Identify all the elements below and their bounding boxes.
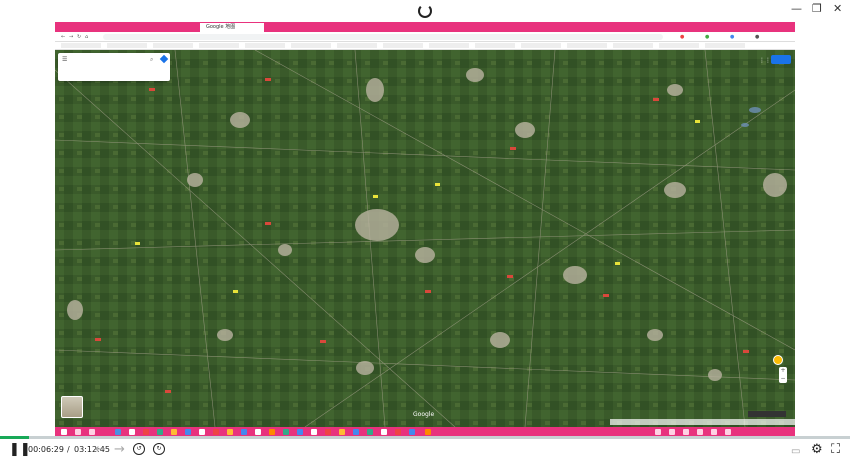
current-time: 00:06:29: [28, 445, 64, 454]
back-icon[interactable]: ←: [61, 34, 65, 40]
gear-icon[interactable]: ⚙: [811, 442, 823, 457]
browser-tab-bar: Google 地图: [55, 22, 795, 32]
taskbar-app-icon[interactable]: [185, 429, 191, 435]
directions-icon[interactable]: [159, 54, 169, 64]
bookmark-item[interactable]: [383, 43, 423, 48]
google-watermark: Google: [413, 411, 435, 418]
fullscreen-icon[interactable]: ⛶: [831, 442, 840, 457]
arrow-right-icon[interactable]: →: [114, 442, 125, 457]
bookmark-item[interactable]: [521, 43, 561, 48]
taskbar-app-icon[interactable]: [213, 429, 219, 435]
home-icon[interactable]: ⌂: [85, 34, 88, 40]
profile-icon[interactable]: ●: [755, 34, 759, 40]
taskbar-app-icon[interactable]: [425, 429, 431, 435]
taskbar-app-icon[interactable]: [311, 429, 317, 435]
extension-icon[interactable]: ●: [730, 34, 734, 40]
bookmark-item[interactable]: [475, 43, 515, 48]
browser-tab[interactable]: [57, 23, 127, 32]
bookmark-item[interactable]: [291, 43, 331, 48]
taskbar-app-icon[interactable]: [325, 429, 331, 435]
search-icon[interactable]: ⌕: [150, 56, 153, 64]
pegman-icon[interactable]: [773, 355, 783, 365]
tray-icon[interactable]: [683, 429, 689, 435]
browser-tab-active[interactable]: Google 地图: [200, 23, 264, 32]
zoom-control[interactable]: + −: [779, 367, 787, 383]
player-controls: ❚❚ 00:06:29 / 03:12:45 ← → ↺ ↻ ▭ ⚙ ⛶: [0, 439, 850, 460]
browser-address-bar: ← → ↻ ⌂ ● ● ● ●: [55, 32, 795, 42]
bookmarks-bar: [55, 42, 795, 50]
recorded-screen: Google 地图 ← → ↻ ⌂ ● ● ● ● ☰ ⌕ ⋮⋮ Google …: [55, 22, 795, 437]
forward-15-icon[interactable]: ↻: [153, 443, 165, 455]
taskbar-app-icon[interactable]: [75, 429, 81, 435]
tray-icon[interactable]: [725, 429, 731, 435]
bookmark-item[interactable]: [337, 43, 377, 48]
url-field[interactable]: [103, 34, 663, 40]
bookmark-item[interactable]: [153, 43, 193, 48]
taskbar-app-icon[interactable]: [199, 429, 205, 435]
zoom-in-button[interactable]: +: [779, 367, 787, 375]
bookmark-item[interactable]: [107, 43, 147, 48]
satellite-imagery: [55, 50, 795, 427]
tray-icon[interactable]: [711, 429, 717, 435]
extension-icon[interactable]: ●: [680, 34, 684, 40]
taskbar-app-icon[interactable]: [269, 429, 275, 435]
tab-label: Google 地图: [206, 24, 236, 30]
extension-icon[interactable]: ●: [705, 34, 709, 40]
taskbar-app-icon[interactable]: [381, 429, 387, 435]
map-scale-bar: [748, 411, 786, 417]
video-player: — ❐ ✕ Google 地图 ← → ↻ ⌂ ● ● ● ● ☰ ⌕ ⋮⋮ G…: [0, 0, 850, 460]
taskbar-app-icon[interactable]: [227, 429, 233, 435]
map-attribution: [610, 419, 795, 425]
bookmark-item[interactable]: [613, 43, 653, 48]
tray-icon[interactable]: [697, 429, 703, 435]
map-search-box[interactable]: ☰ ⌕: [58, 53, 170, 81]
rewind-15-icon[interactable]: ↺: [133, 443, 145, 455]
browser-tab[interactable]: [129, 23, 199, 32]
arrow-left-icon[interactable]: ←: [95, 442, 106, 457]
taskbar-app-icon[interactable]: [297, 429, 303, 435]
bookmark-item[interactable]: [567, 43, 607, 48]
satellite-map[interactable]: [55, 50, 795, 427]
tray-icon[interactable]: [669, 429, 675, 435]
tray-icon[interactable]: [655, 429, 661, 435]
bookmark-item[interactable]: [429, 43, 469, 48]
apps-grid-icon[interactable]: ⋮⋮: [759, 57, 771, 64]
time-separator: /: [67, 445, 70, 454]
browser-tab[interactable]: [415, 23, 459, 32]
taskbar-app-icon[interactable]: [255, 429, 261, 435]
bookmark-item[interactable]: [199, 43, 239, 48]
start-icon[interactable]: [61, 429, 67, 435]
bookmark-item[interactable]: [61, 43, 101, 48]
menu-icon[interactable]: ☰: [62, 56, 67, 63]
forward-icon[interactable]: →: [69, 34, 73, 40]
taskbar-app-icon[interactable]: [283, 429, 289, 435]
layers-icon[interactable]: [61, 396, 83, 418]
taskbar-app-icon[interactable]: [143, 429, 149, 435]
caption-icon[interactable]: ▭: [791, 444, 800, 459]
taskbar-app-icon[interactable]: [157, 429, 163, 435]
taskbar-app-icon[interactable]: [89, 429, 95, 435]
bookmark-item[interactable]: [659, 43, 699, 48]
minimize-icon[interactable]: —: [791, 3, 802, 15]
taskbar-app-icon[interactable]: [409, 429, 415, 435]
restore-icon[interactable]: ❐: [812, 3, 822, 15]
taskbar-app-icon[interactable]: [115, 429, 121, 435]
taskbar-app-icon[interactable]: [339, 429, 345, 435]
taskbar-app-icon[interactable]: [367, 429, 373, 435]
taskbar-app-icon[interactable]: [241, 429, 247, 435]
loading-spinner-icon: [418, 4, 432, 18]
taskbar-app-icon[interactable]: [129, 429, 135, 435]
taskbar-app-icon[interactable]: [171, 429, 177, 435]
reload-icon[interactable]: ↻: [77, 34, 81, 40]
zoom-out-button[interactable]: −: [779, 375, 787, 383]
taskbar-app-icon[interactable]: [395, 429, 401, 435]
sign-in-button[interactable]: [771, 55, 791, 64]
bookmark-item[interactable]: [245, 43, 285, 48]
bookmark-item[interactable]: [705, 43, 745, 48]
close-icon[interactable]: ✕: [833, 3, 842, 15]
taskbar-app-icon[interactable]: [353, 429, 359, 435]
